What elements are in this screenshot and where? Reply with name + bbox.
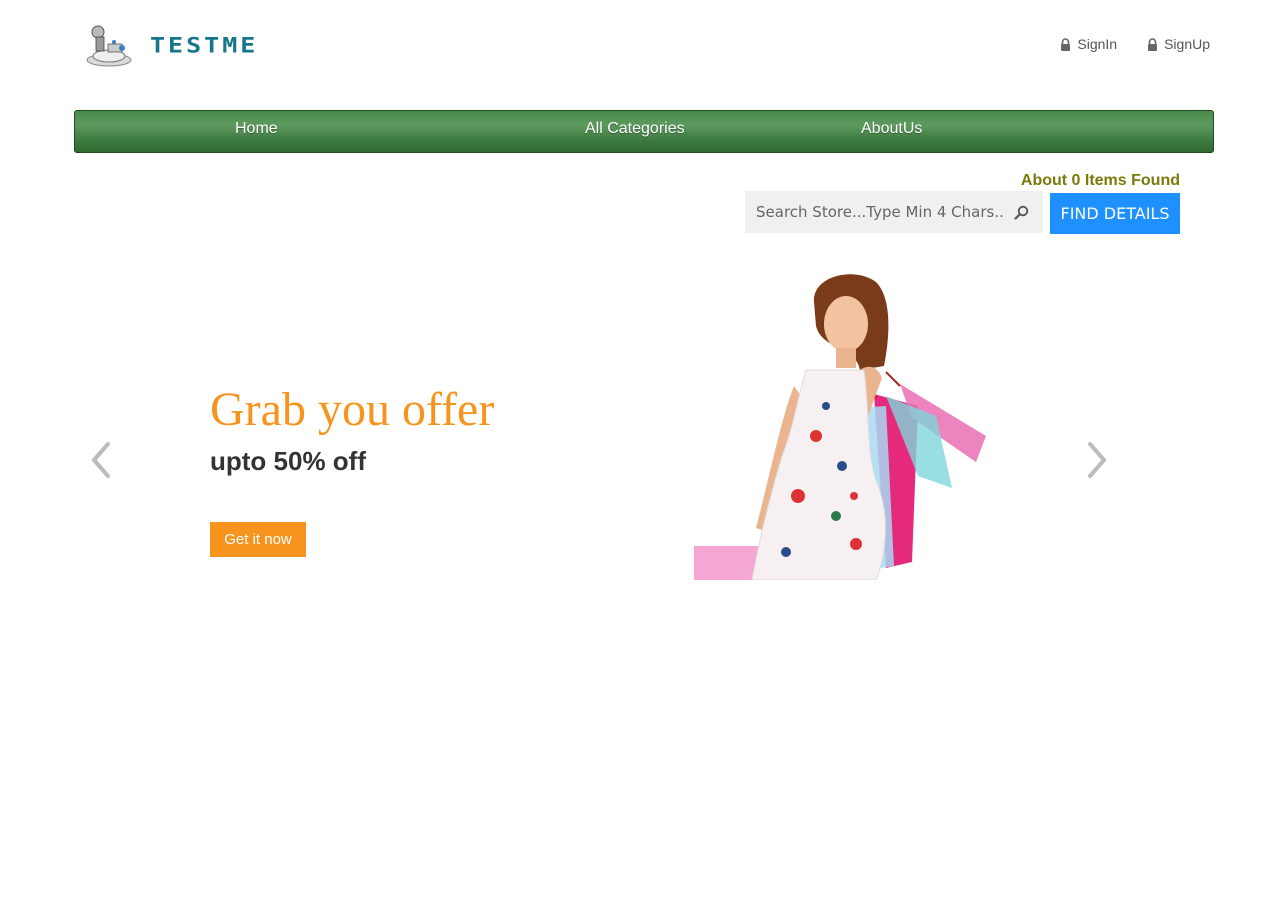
signup-link[interactable]: SignUp [1147, 36, 1210, 52]
nav-item-home[interactable]: Home [235, 120, 278, 138]
nav-item-aboutus[interactable]: AboutUs [861, 120, 922, 138]
search-box [745, 191, 1043, 233]
search-icon[interactable] [1014, 205, 1029, 220]
hero-carousel: Grab you offer upto 50% off Get it now [74, 250, 1212, 580]
nav-item-all-categories[interactable]: All Categories [585, 120, 685, 138]
auth-links: SignIn SignUp [1060, 36, 1210, 52]
lock-icon [1148, 37, 1158, 51]
signin-link[interactable]: SignIn [1060, 36, 1117, 52]
get-it-now-button[interactable]: Get it now [210, 522, 306, 557]
find-details-button[interactable]: FIND DETAILS [1050, 193, 1180, 234]
signin-label: SignIn [1077, 36, 1118, 52]
signup-label: SignUp [1164, 36, 1210, 52]
search-input[interactable] [745, 191, 1005, 233]
carousel-headline: Grab you offer [210, 383, 495, 436]
results-count: About 0 Items Found [1020, 172, 1180, 189]
lock-icon [1061, 37, 1071, 51]
page: TESTME SignIn SignUp Home All Categories… [0, 0, 1280, 906]
logo-text: TESTME [150, 32, 259, 58]
chevron-right-icon[interactable] [1084, 440, 1110, 480]
main-navbar: Home All Categories AboutUs [74, 110, 1214, 153]
shopping-woman-image [694, 274, 986, 580]
chevron-left-icon[interactable] [88, 440, 114, 480]
carousel-subline: upto 50% off [210, 446, 366, 476]
logo[interactable]: TESTME [84, 22, 258, 68]
logo-robot-icon [86, 25, 132, 67]
